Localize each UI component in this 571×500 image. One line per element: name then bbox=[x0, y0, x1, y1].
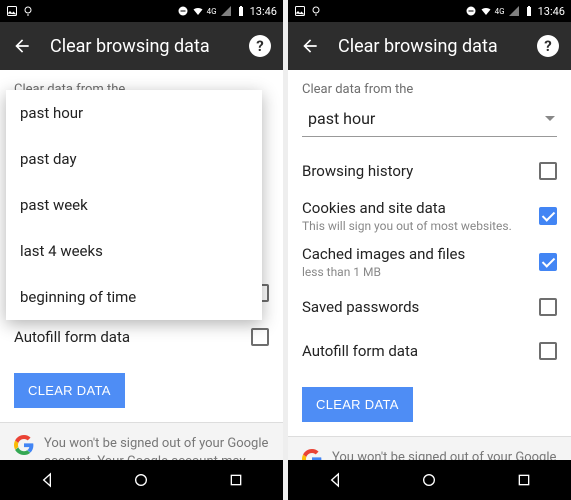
clear-data-button[interactable]: CLEAR DATA bbox=[302, 387, 413, 422]
row-title: Cookies and site data bbox=[302, 199, 539, 217]
row-saved-passwords[interactable]: Saved passwords bbox=[302, 285, 557, 329]
menu-item-beginning-of-time[interactable]: beginning of time bbox=[6, 274, 262, 320]
help-icon[interactable]: ? bbox=[537, 35, 559, 57]
help-icon[interactable]: ? bbox=[249, 35, 271, 57]
nav-back-icon[interactable] bbox=[39, 472, 55, 488]
image-icon bbox=[294, 5, 306, 17]
checkbox-cookies[interactable] bbox=[539, 207, 557, 225]
time-range-menu: past hour past day past week last 4 week… bbox=[6, 90, 262, 320]
nav-home-icon[interactable] bbox=[421, 472, 437, 488]
signal-icon bbox=[508, 5, 520, 17]
row-browsing-history[interactable]: Browsing history bbox=[302, 149, 557, 193]
time-range-dropdown[interactable]: past hour bbox=[302, 103, 557, 137]
lightbulb-icon bbox=[22, 5, 34, 17]
checkbox-passwords[interactable] bbox=[539, 298, 557, 316]
menu-item-past-week[interactable]: past week bbox=[6, 182, 262, 228]
dnd-icon bbox=[465, 5, 477, 17]
back-icon[interactable] bbox=[12, 36, 32, 56]
checkbox-autofill[interactable] bbox=[539, 342, 557, 360]
lightbulb-icon bbox=[310, 5, 322, 17]
row-autofill[interactable]: Autofill form data bbox=[302, 329, 557, 373]
signal-label: 4G bbox=[207, 7, 217, 16]
google-logo-icon bbox=[14, 435, 34, 455]
nav-bar bbox=[288, 460, 571, 500]
row-subtitle: less than 1 MB bbox=[302, 265, 539, 279]
image-icon bbox=[6, 5, 18, 17]
nav-back-icon[interactable] bbox=[327, 472, 343, 488]
status-bar: 4G 13:46 bbox=[288, 0, 571, 22]
row-title: Cached images and files bbox=[302, 245, 539, 263]
row-autofill[interactable]: Autofill form data bbox=[14, 315, 269, 359]
battery-icon bbox=[235, 5, 247, 17]
screen-right: 4G 13:46 Clear browsing data ? Clear dat… bbox=[288, 0, 571, 500]
signal-label: 4G bbox=[495, 7, 505, 16]
dnd-icon bbox=[177, 5, 189, 17]
nav-recent-icon[interactable] bbox=[228, 472, 244, 488]
row-title: Autofill form data bbox=[14, 328, 251, 346]
page-title: Clear browsing data bbox=[50, 36, 249, 57]
nav-recent-icon[interactable] bbox=[516, 472, 532, 488]
signal-icon bbox=[220, 5, 232, 17]
menu-item-past-hour[interactable]: past hour bbox=[6, 90, 262, 136]
clock: 13:46 bbox=[250, 5, 277, 18]
wifi-icon bbox=[192, 5, 204, 17]
clear-data-button[interactable]: CLEAR DATA bbox=[14, 373, 125, 408]
menu-item-last-4-weeks[interactable]: last 4 weeks bbox=[6, 228, 262, 274]
wifi-icon bbox=[480, 5, 492, 17]
checkbox-autofill[interactable] bbox=[251, 328, 269, 346]
checkbox-cache[interactable] bbox=[539, 253, 557, 271]
app-bar: Clear browsing data ? bbox=[288, 22, 571, 70]
checkbox-browsing[interactable] bbox=[539, 162, 557, 180]
row-title: Autofill form data bbox=[302, 342, 539, 360]
menu-item-past-day[interactable]: past day bbox=[6, 136, 262, 182]
battery-icon bbox=[523, 5, 535, 17]
chevron-down-icon bbox=[545, 116, 555, 121]
row-subtitle: This will sign you out of most websites. bbox=[302, 219, 539, 233]
row-title: Saved passwords bbox=[302, 298, 539, 316]
dropdown-value: past hour bbox=[308, 109, 545, 128]
app-bar: Clear browsing data ? bbox=[0, 22, 283, 70]
page-title: Clear browsing data bbox=[338, 36, 537, 57]
row-title: Browsing history bbox=[302, 162, 539, 180]
row-cookies[interactable]: Cookies and site data This will sign you… bbox=[302, 193, 557, 239]
status-bar: 4G 13:46 bbox=[0, 0, 283, 22]
screen-left: 4G 13:46 Clear browsing data ? Clear dat… bbox=[0, 0, 283, 500]
nav-bar bbox=[0, 460, 283, 500]
section-label: Clear data from the bbox=[302, 82, 557, 97]
back-icon[interactable] bbox=[300, 36, 320, 56]
clock: 13:46 bbox=[538, 5, 565, 18]
nav-home-icon[interactable] bbox=[133, 472, 149, 488]
row-cache[interactable]: Cached images and files less than 1 MB bbox=[302, 239, 557, 285]
